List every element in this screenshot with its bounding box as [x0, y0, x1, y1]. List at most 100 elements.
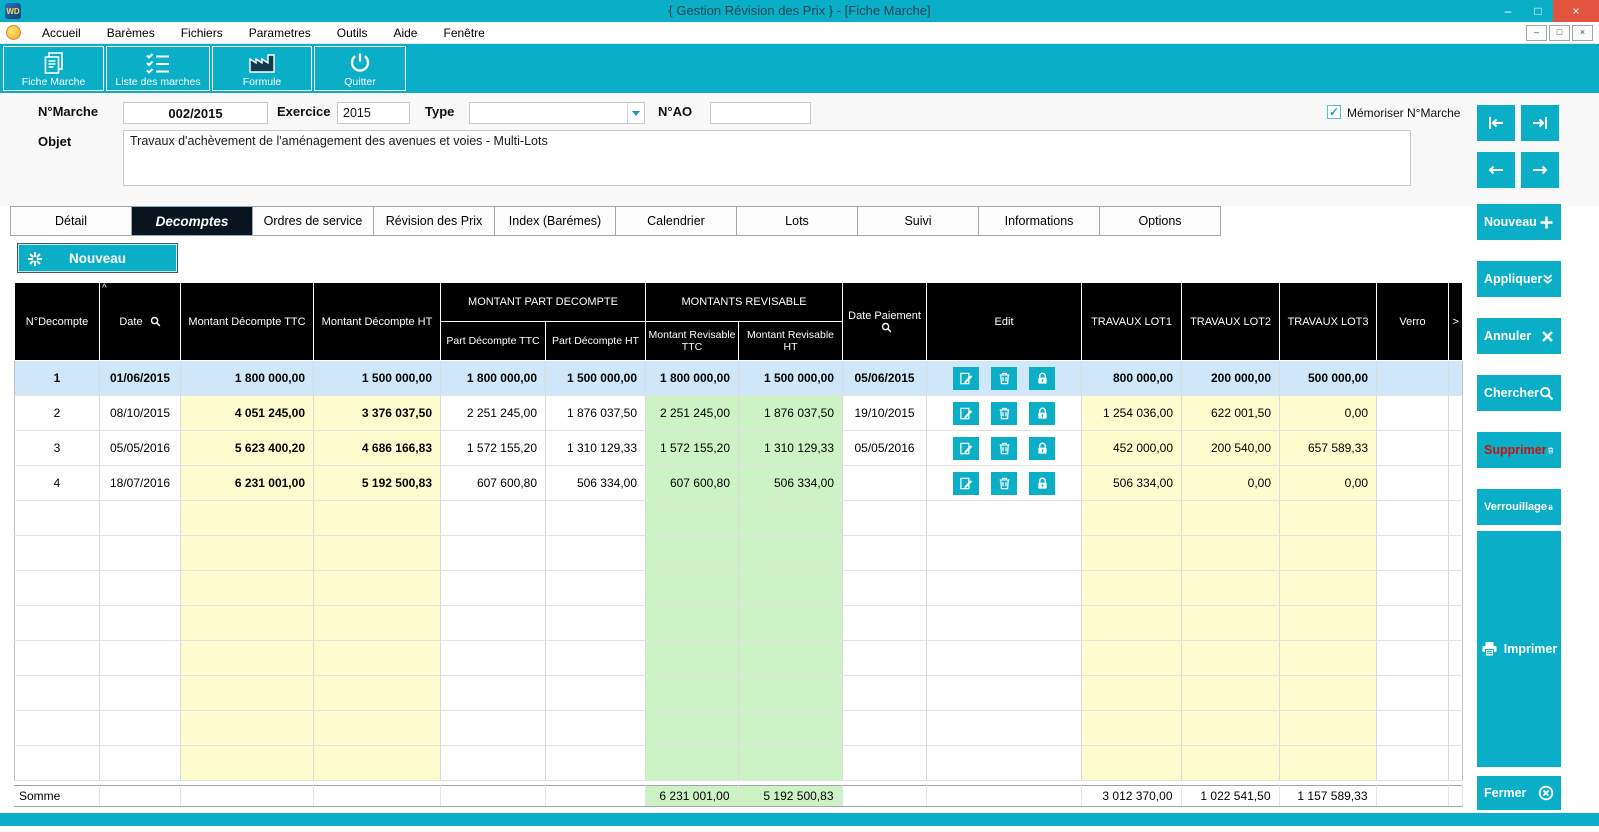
formule-button[interactable]: Formule	[212, 46, 312, 91]
edit-icon	[959, 371, 974, 386]
menu-item-baremes[interactable]: Barèmes	[94, 22, 168, 44]
tab-revision-des-prix[interactable]: Révision des Prix	[373, 206, 495, 236]
n-ao-input[interactable]	[710, 102, 811, 124]
tab-informations[interactable]: Informations	[978, 206, 1100, 236]
menu-item-outils[interactable]: Outils	[324, 22, 381, 44]
cell-travaux-lot2: 622 001,50	[1182, 396, 1280, 431]
table-row[interactable]: 305/05/20165 623 400,204 686 166,831 572…	[15, 431, 1463, 466]
cell-date	[100, 571, 181, 606]
appliquer-button[interactable]: Appliquer	[1477, 261, 1561, 297]
type-dropdown[interactable]	[469, 102, 645, 124]
menu-item-fichiers[interactable]: Fichiers	[168, 22, 236, 44]
col-header-part-decompte-ttc[interactable]: Part Décompte TTC	[441, 322, 546, 361]
table-row-empty[interactable]	[15, 501, 1463, 536]
tab-decomptes[interactable]: Decomptes	[131, 206, 253, 236]
col-header-travaux-lot2[interactable]: TRAVAUX LOT2	[1182, 283, 1280, 361]
mdi-restore-button[interactable]: □	[1549, 25, 1570, 41]
tab-detail[interactable]: Détail	[10, 206, 132, 236]
table-row-empty[interactable]	[15, 571, 1463, 606]
exercice-input[interactable]	[337, 102, 410, 124]
mdi-minimize-button[interactable]: –	[1526, 25, 1547, 41]
col-header-travaux-lot3[interactable]: TRAVAUX LOT3	[1280, 283, 1377, 361]
nouveau-button[interactable]: Nouveau	[1477, 204, 1561, 240]
cell-travaux-lot2	[1182, 536, 1280, 571]
cell-travaux-lot2	[1182, 641, 1280, 676]
somme-travaux-lot2: 1 022 541,50	[1181, 786, 1279, 807]
row-edit-button[interactable]	[953, 367, 979, 390]
col-header-travaux-lot1[interactable]: TRAVAUX LOT1	[1082, 283, 1182, 361]
tab-suivi[interactable]: Suivi	[857, 206, 979, 236]
col-header-montant-revisable-ht[interactable]: Montant Revisable HT	[739, 322, 843, 361]
menu-item-aide[interactable]: Aide	[380, 22, 430, 44]
col-header-date-paiement[interactable]: Date Paiement	[843, 283, 927, 361]
previous-record-button[interactable]	[1477, 152, 1515, 188]
horizontal-scrollbar[interactable]	[0, 813, 1599, 826]
col-header-ndecompte[interactable]: N°Decompte	[15, 283, 100, 361]
col-group-montant-part-decompte[interactable]: MONTANT PART DECOMPTE	[441, 283, 646, 322]
minimize-button[interactable]: –	[1493, 0, 1523, 22]
chevron-down-icon[interactable]	[627, 103, 644, 123]
row-lock-button[interactable]	[1029, 472, 1055, 495]
row-delete-button[interactable]	[991, 367, 1017, 390]
fermer-button[interactable]: Fermer	[1477, 776, 1561, 810]
tab-ordres-de-service[interactable]: Ordres de service	[252, 206, 374, 236]
cell-travaux-lot1	[1082, 536, 1182, 571]
memoriser-checkbox[interactable]: ✓	[1327, 105, 1341, 119]
row-delete-button[interactable]	[991, 402, 1017, 425]
row-delete-button[interactable]	[991, 472, 1017, 495]
col-header-verro[interactable]: Verro	[1377, 283, 1449, 361]
col-header-edit[interactable]: Edit	[927, 283, 1082, 361]
search-icon	[150, 316, 161, 327]
nouveau-decompte-button[interactable]: Nouveau	[17, 243, 178, 273]
menu-item-parametres[interactable]: Parametres	[236, 22, 324, 44]
col-header-part-decompte-ht[interactable]: Part Décompte HT	[546, 322, 646, 361]
quitter-button[interactable]: Quitter	[314, 46, 406, 91]
table-row[interactable]: 101/06/20151 800 000,001 500 000,001 800…	[15, 361, 1463, 396]
column-scroll-arrow[interactable]: >	[1449, 283, 1463, 361]
col-header-date[interactable]: ^ Date	[100, 283, 181, 361]
tab-calendrier[interactable]: Calendrier	[615, 206, 737, 236]
menu-item-accueil[interactable]: Accueil	[29, 22, 94, 44]
supprimer-button[interactable]: Supprimer	[1477, 432, 1561, 468]
cell-date-paiement	[843, 536, 927, 571]
col-header-montant-revisable-ttc[interactable]: Montant Revisable TTC	[646, 322, 739, 361]
imprimer-button[interactable]: Imprimer	[1477, 531, 1561, 767]
annuler-button[interactable]: Annuler	[1477, 318, 1561, 354]
row-delete-button[interactable]	[991, 437, 1017, 460]
tab-lots[interactable]: Lots	[736, 206, 858, 236]
row-lock-button[interactable]	[1029, 402, 1055, 425]
table-row-empty[interactable]	[15, 641, 1463, 676]
row-lock-button[interactable]	[1029, 367, 1055, 390]
col-header-montant-decompte-ttc[interactable]: Montant Décompte TTC	[181, 283, 314, 361]
table-row[interactable]: 418/07/20166 231 001,005 192 500,83607 6…	[15, 466, 1463, 501]
table-row-empty[interactable]	[15, 676, 1463, 711]
next-record-button[interactable]	[1521, 152, 1559, 188]
factory-icon	[247, 47, 277, 76]
menu-item-fenetre[interactable]: Fenêtre	[430, 22, 497, 44]
mdi-close-button[interactable]: ×	[1572, 25, 1593, 41]
fiche-marche-button[interactable]: Fiche Marche	[3, 46, 104, 91]
table-row-empty[interactable]	[15, 746, 1463, 781]
liste-des-marches-button[interactable]: Liste des marches	[106, 46, 210, 91]
row-edit-button[interactable]	[953, 402, 979, 425]
table-row-empty[interactable]	[15, 711, 1463, 746]
objet-textarea[interactable]: Travaux d'achèvement de l'aménagement de…	[123, 130, 1411, 186]
col-header-montant-decompte-ht[interactable]: Montant Décompte HT	[314, 283, 441, 361]
n-marche-input[interactable]	[123, 102, 268, 124]
cell-montant-revisable-ht	[739, 571, 843, 606]
col-group-montants-revisable[interactable]: MONTANTS REVISABLE	[646, 283, 843, 322]
row-edit-button[interactable]	[953, 437, 979, 460]
row-lock-button[interactable]	[1029, 437, 1055, 460]
first-record-button[interactable]	[1477, 105, 1515, 141]
close-button[interactable]: ×	[1553, 0, 1599, 22]
maximize-button[interactable]: □	[1523, 0, 1553, 22]
row-edit-button[interactable]	[953, 472, 979, 495]
last-record-button[interactable]	[1521, 105, 1559, 141]
verrouillage-button[interactable]: Verrouillage	[1477, 489, 1561, 525]
table-row-empty[interactable]	[15, 606, 1463, 641]
table-row[interactable]: 208/10/20154 051 245,003 376 037,502 251…	[15, 396, 1463, 431]
table-row-empty[interactable]	[15, 536, 1463, 571]
chercher-button[interactable]: Chercher	[1477, 375, 1561, 411]
tab-index-baremes[interactable]: Index (Barémes)	[494, 206, 616, 236]
tab-options[interactable]: Options	[1099, 206, 1221, 236]
